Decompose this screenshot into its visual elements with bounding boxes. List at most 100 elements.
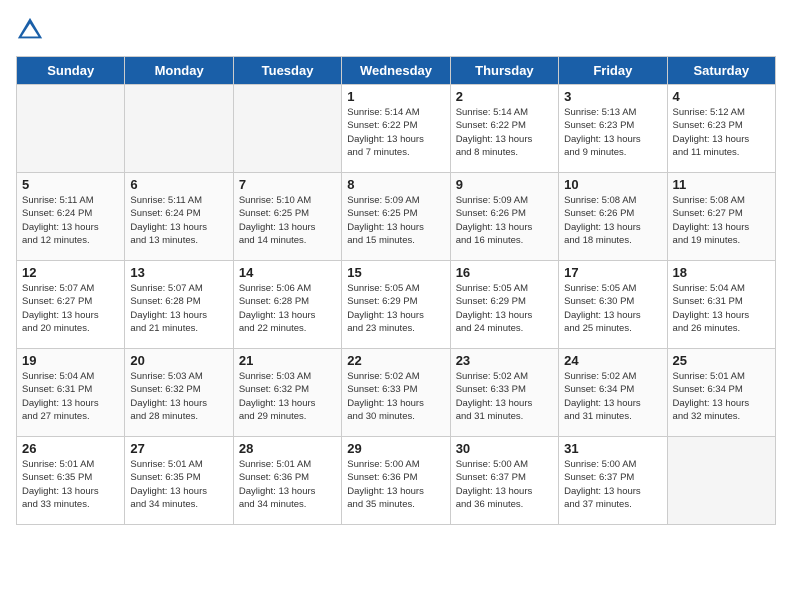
- week-row-1: 1 Sunrise: 5:14 AM Sunset: 6:22 PM Daylig…: [17, 85, 776, 173]
- day-header-tuesday: Tuesday: [233, 57, 341, 85]
- day-number: 1: [347, 89, 444, 104]
- day-info: Sunrise: 5:01 AM Sunset: 6:34 PM Dayligh…: [673, 370, 770, 423]
- calendar-cell: 13 Sunrise: 5:07 AM Sunset: 6:28 PM Dayli…: [125, 261, 233, 349]
- calendar-cell: 11 Sunrise: 5:08 AM Sunset: 6:27 PM Dayli…: [667, 173, 775, 261]
- day-number: 16: [456, 265, 553, 280]
- logo: [16, 16, 48, 44]
- day-number: 13: [130, 265, 227, 280]
- day-info: Sunrise: 5:03 AM Sunset: 6:32 PM Dayligh…: [130, 370, 227, 423]
- day-header-wednesday: Wednesday: [342, 57, 450, 85]
- day-number: 22: [347, 353, 444, 368]
- week-row-5: 26 Sunrise: 5:01 AM Sunset: 6:35 PM Dayli…: [17, 437, 776, 525]
- day-info: Sunrise: 5:06 AM Sunset: 6:28 PM Dayligh…: [239, 282, 336, 335]
- day-number: 25: [673, 353, 770, 368]
- day-number: 11: [673, 177, 770, 192]
- day-number: 10: [564, 177, 661, 192]
- calendar-cell: 9 Sunrise: 5:09 AM Sunset: 6:26 PM Daylig…: [450, 173, 558, 261]
- calendar-cell: 5 Sunrise: 5:11 AM Sunset: 6:24 PM Daylig…: [17, 173, 125, 261]
- day-info: Sunrise: 5:08 AM Sunset: 6:27 PM Dayligh…: [673, 194, 770, 247]
- day-number: 29: [347, 441, 444, 456]
- day-number: 8: [347, 177, 444, 192]
- header-row: SundayMondayTuesdayWednesdayThursdayFrid…: [17, 57, 776, 85]
- calendar-cell: [17, 85, 125, 173]
- day-number: 14: [239, 265, 336, 280]
- day-info: Sunrise: 5:10 AM Sunset: 6:25 PM Dayligh…: [239, 194, 336, 247]
- calendar-cell: 3 Sunrise: 5:13 AM Sunset: 6:23 PM Daylig…: [559, 85, 667, 173]
- calendar-cell: [125, 85, 233, 173]
- day-number: 19: [22, 353, 119, 368]
- day-info: Sunrise: 5:01 AM Sunset: 6:35 PM Dayligh…: [22, 458, 119, 511]
- calendar-cell: 2 Sunrise: 5:14 AM Sunset: 6:22 PM Daylig…: [450, 85, 558, 173]
- calendar-cell: 25 Sunrise: 5:01 AM Sunset: 6:34 PM Dayli…: [667, 349, 775, 437]
- day-info: Sunrise: 5:04 AM Sunset: 6:31 PM Dayligh…: [22, 370, 119, 423]
- day-info: Sunrise: 5:03 AM Sunset: 6:32 PM Dayligh…: [239, 370, 336, 423]
- calendar-cell: 24Sunrise: 5:02 AM Sunset: 6:34 PM Dayli…: [559, 349, 667, 437]
- day-info: Sunrise: 5:05 AM Sunset: 6:30 PM Dayligh…: [564, 282, 661, 335]
- day-info: Sunrise: 5:01 AM Sunset: 6:36 PM Dayligh…: [239, 458, 336, 511]
- day-number: 15: [347, 265, 444, 280]
- calendar-cell: 19 Sunrise: 5:04 AM Sunset: 6:31 PM Dayli…: [17, 349, 125, 437]
- day-info: Sunrise: 5:00 AM Sunset: 6:37 PM Dayligh…: [456, 458, 553, 511]
- day-number: 31: [564, 441, 661, 456]
- calendar-cell: 8 Sunrise: 5:09 AM Sunset: 6:25 PM Daylig…: [342, 173, 450, 261]
- calendar-cell: 16Sunrise: 5:05 AM Sunset: 6:29 PM Dayli…: [450, 261, 558, 349]
- day-info: Sunrise: 5:09 AM Sunset: 6:25 PM Dayligh…: [347, 194, 444, 247]
- calendar-table: SundayMondayTuesdayWednesdayThursdayFrid…: [16, 56, 776, 525]
- day-number: 7: [239, 177, 336, 192]
- calendar-cell: 26 Sunrise: 5:01 AM Sunset: 6:35 PM Dayli…: [17, 437, 125, 525]
- day-number: 3: [564, 89, 661, 104]
- day-info: Sunrise: 5:00 AM Sunset: 6:36 PM Dayligh…: [347, 458, 444, 511]
- day-info: Sunrise: 5:02 AM Sunset: 6:33 PM Dayligh…: [456, 370, 553, 423]
- calendar-cell: 18 Sunrise: 5:04 AM Sunset: 6:31 PM Dayli…: [667, 261, 775, 349]
- day-info: Sunrise: 5:00 AM Sunset: 6:37 PM Dayligh…: [564, 458, 661, 511]
- day-header-monday: Monday: [125, 57, 233, 85]
- day-info: Sunrise: 5:07 AM Sunset: 6:28 PM Dayligh…: [130, 282, 227, 335]
- day-number: 27: [130, 441, 227, 456]
- calendar-cell: 6Sunrise: 5:11 AM Sunset: 6:24 PM Daylig…: [125, 173, 233, 261]
- day-number: 30: [456, 441, 553, 456]
- day-number: 12: [22, 265, 119, 280]
- day-header-saturday: Saturday: [667, 57, 775, 85]
- calendar-cell: 12Sunrise: 5:07 AM Sunset: 6:27 PM Dayli…: [17, 261, 125, 349]
- day-number: 5: [22, 177, 119, 192]
- calendar-cell: 29 Sunrise: 5:00 AM Sunset: 6:36 PM Dayli…: [342, 437, 450, 525]
- calendar-cell: 22 Sunrise: 5:02 AM Sunset: 6:33 PM Dayli…: [342, 349, 450, 437]
- day-info: Sunrise: 5:02 AM Sunset: 6:33 PM Dayligh…: [347, 370, 444, 423]
- calendar-cell: 7 Sunrise: 5:10 AM Sunset: 6:25 PM Daylig…: [233, 173, 341, 261]
- calendar-cell: [233, 85, 341, 173]
- calendar-cell: 4Sunrise: 5:12 AM Sunset: 6:23 PM Daylig…: [667, 85, 775, 173]
- day-info: Sunrise: 5:09 AM Sunset: 6:26 PM Dayligh…: [456, 194, 553, 247]
- calendar-cell: 28 Sunrise: 5:01 AM Sunset: 6:36 PM Dayli…: [233, 437, 341, 525]
- calendar-cell: 17 Sunrise: 5:05 AM Sunset: 6:30 PM Dayli…: [559, 261, 667, 349]
- calendar-cell: 23 Sunrise: 5:02 AM Sunset: 6:33 PM Dayli…: [450, 349, 558, 437]
- day-info: Sunrise: 5:11 AM Sunset: 6:24 PM Dayligh…: [22, 194, 119, 247]
- day-number: 20: [130, 353, 227, 368]
- day-info: Sunrise: 5:14 AM Sunset: 6:22 PM Dayligh…: [456, 106, 553, 159]
- page-header: [16, 16, 776, 44]
- day-number: 28: [239, 441, 336, 456]
- calendar-cell: 1 Sunrise: 5:14 AM Sunset: 6:22 PM Daylig…: [342, 85, 450, 173]
- day-info: Sunrise: 5:01 AM Sunset: 6:35 PM Dayligh…: [130, 458, 227, 511]
- calendar-cell: 31 Sunrise: 5:00 AM Sunset: 6:37 PM Dayli…: [559, 437, 667, 525]
- day-number: 18: [673, 265, 770, 280]
- day-info: Sunrise: 5:14 AM Sunset: 6:22 PM Dayligh…: [347, 106, 444, 159]
- day-number: 2: [456, 89, 553, 104]
- day-number: 26: [22, 441, 119, 456]
- day-info: Sunrise: 5:04 AM Sunset: 6:31 PM Dayligh…: [673, 282, 770, 335]
- day-number: 23: [456, 353, 553, 368]
- calendar-cell: 27 Sunrise: 5:01 AM Sunset: 6:35 PM Dayli…: [125, 437, 233, 525]
- day-number: 17: [564, 265, 661, 280]
- day-info: Sunrise: 5:13 AM Sunset: 6:23 PM Dayligh…: [564, 106, 661, 159]
- day-info: Sunrise: 5:08 AM Sunset: 6:26 PM Dayligh…: [564, 194, 661, 247]
- calendar-cell: 15Sunrise: 5:05 AM Sunset: 6:29 PM Dayli…: [342, 261, 450, 349]
- logo-icon: [16, 16, 44, 44]
- day-info: Sunrise: 5:11 AM Sunset: 6:24 PM Dayligh…: [130, 194, 227, 247]
- week-row-3: 12Sunrise: 5:07 AM Sunset: 6:27 PM Dayli…: [17, 261, 776, 349]
- calendar-cell: 20 Sunrise: 5:03 AM Sunset: 6:32 PM Dayli…: [125, 349, 233, 437]
- calendar-cell: 10 Sunrise: 5:08 AM Sunset: 6:26 PM Dayli…: [559, 173, 667, 261]
- day-number: 9: [456, 177, 553, 192]
- day-info: Sunrise: 5:12 AM Sunset: 6:23 PM Dayligh…: [673, 106, 770, 159]
- calendar-cell: 14 Sunrise: 5:06 AM Sunset: 6:28 PM Dayli…: [233, 261, 341, 349]
- week-row-4: 19 Sunrise: 5:04 AM Sunset: 6:31 PM Dayli…: [17, 349, 776, 437]
- calendar-cell: [667, 437, 775, 525]
